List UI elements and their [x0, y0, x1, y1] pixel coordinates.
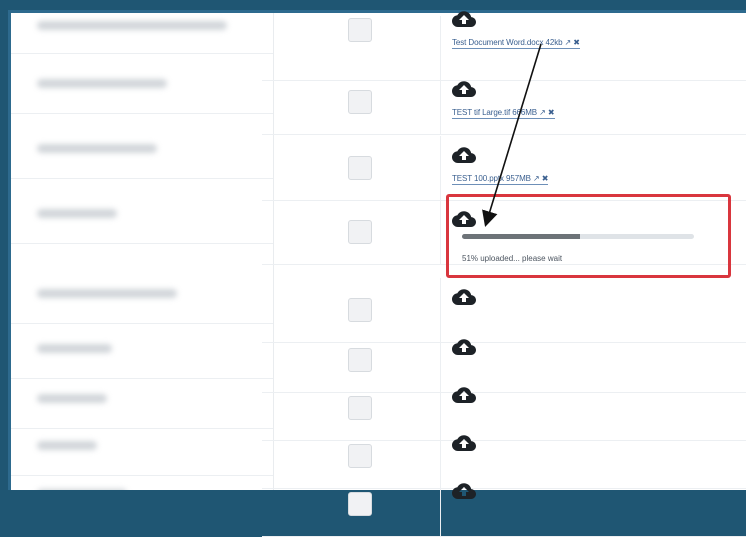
row-checkbox[interactable] — [348, 18, 372, 42]
file-link[interactable]: Test Document Word.docx 42kb ↗ ✖ — [452, 38, 580, 49]
row-checkbox[interactable] — [348, 396, 372, 420]
row-checkbox[interactable] — [348, 156, 372, 180]
blurred-text — [37, 79, 167, 88]
file-link[interactable]: TEST 100.pptx 957MB ↗ ✖ — [452, 174, 548, 185]
file-row: TEST tif Large.tif 666MB ↗ ✖ — [262, 70, 746, 135]
blurred-text — [37, 441, 97, 450]
upload-status-text: 51% uploaded... please wait — [462, 254, 563, 263]
blurred-text — [37, 144, 157, 153]
column-divider — [440, 200, 441, 264]
left-row — [11, 118, 273, 179]
left-row — [11, 183, 273, 244]
row-checkbox[interactable] — [348, 444, 372, 468]
row-checkbox[interactable] — [348, 298, 372, 322]
cloud-upload-icon[interactable] — [452, 146, 476, 164]
blurred-text — [37, 394, 107, 403]
blurred-text — [37, 209, 117, 218]
row-checkbox[interactable] — [348, 492, 372, 516]
left-row — [11, 53, 273, 114]
file-row: TEST 100.pptx 957MB ↗ ✖ — [262, 136, 746, 201]
upload-progress-fill — [462, 234, 581, 239]
column-divider — [440, 136, 441, 200]
row-checkbox[interactable] — [348, 220, 372, 244]
file-row — [262, 472, 746, 537]
cloud-upload-icon[interactable] — [452, 434, 476, 452]
file-link[interactable]: TEST tif Large.tif 666MB ↗ ✖ — [452, 108, 555, 119]
cloud-upload-icon[interactable] — [452, 338, 476, 356]
column-divider — [440, 472, 441, 536]
blurred-text — [37, 289, 177, 298]
left-row — [11, 463, 273, 490]
cloud-upload-icon[interactable] — [452, 80, 476, 98]
left-row — [11, 13, 273, 54]
blurred-text — [37, 344, 112, 353]
column-divider — [440, 70, 441, 134]
cloud-upload-icon[interactable] — [452, 482, 476, 500]
row-checkbox[interactable] — [348, 348, 372, 372]
cloud-upload-icon[interactable] — [452, 10, 476, 28]
left-row — [11, 263, 273, 324]
cloud-upload-icon[interactable] — [452, 386, 476, 404]
upload-progress-bar — [462, 234, 694, 239]
blurred-text — [37, 21, 227, 30]
row-checkbox[interactable] — [348, 90, 372, 114]
left-name-column — [11, 13, 274, 490]
cloud-upload-icon[interactable] — [452, 288, 476, 306]
